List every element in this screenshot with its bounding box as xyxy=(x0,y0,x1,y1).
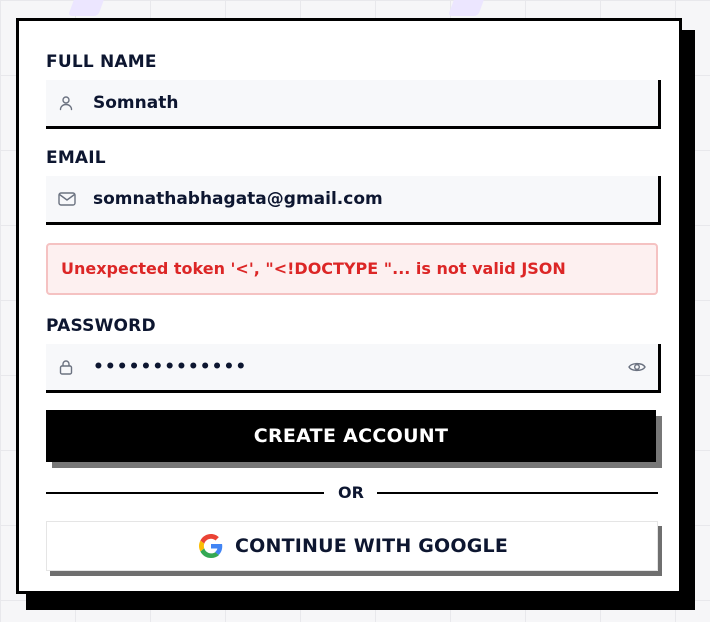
divider-or: OR xyxy=(338,483,364,502)
password-field[interactable]: ••••••••••••• xyxy=(46,344,661,393)
create-account-button[interactable]: CREATE ACCOUNT xyxy=(46,410,656,462)
signup-card: FULL NAME Somnath EMAIL somnathabhagata@… xyxy=(16,18,682,594)
user-icon xyxy=(59,96,73,111)
error-message: Unexpected token '<', "<!DOCTYPE "... is… xyxy=(61,259,566,278)
eye-icon[interactable] xyxy=(628,359,646,375)
continue-with-google-button[interactable]: CONTINUE WITH GOOGLE xyxy=(46,521,658,571)
email-label: EMAIL xyxy=(46,148,106,168)
google-button-label: CONTINUE WITH GOOGLE xyxy=(235,535,509,557)
google-logo-icon xyxy=(199,534,223,558)
full-name-input[interactable]: Somnath xyxy=(93,93,178,113)
divider-line-left xyxy=(46,492,324,494)
lock-icon xyxy=(59,360,73,375)
email-field[interactable]: somnathabhagata@gmail.com xyxy=(46,176,661,225)
mail-icon xyxy=(58,192,76,206)
error-alert: Unexpected token '<', "<!DOCTYPE "... is… xyxy=(46,243,658,295)
full-name-label: FULL NAME xyxy=(46,52,157,72)
password-input[interactable]: ••••••••••••• xyxy=(93,357,247,377)
full-name-field[interactable]: Somnath xyxy=(46,80,661,129)
password-label: PASSWORD xyxy=(46,316,156,336)
divider-line-right xyxy=(377,492,658,494)
email-input[interactable]: somnathabhagata@gmail.com xyxy=(93,189,383,209)
